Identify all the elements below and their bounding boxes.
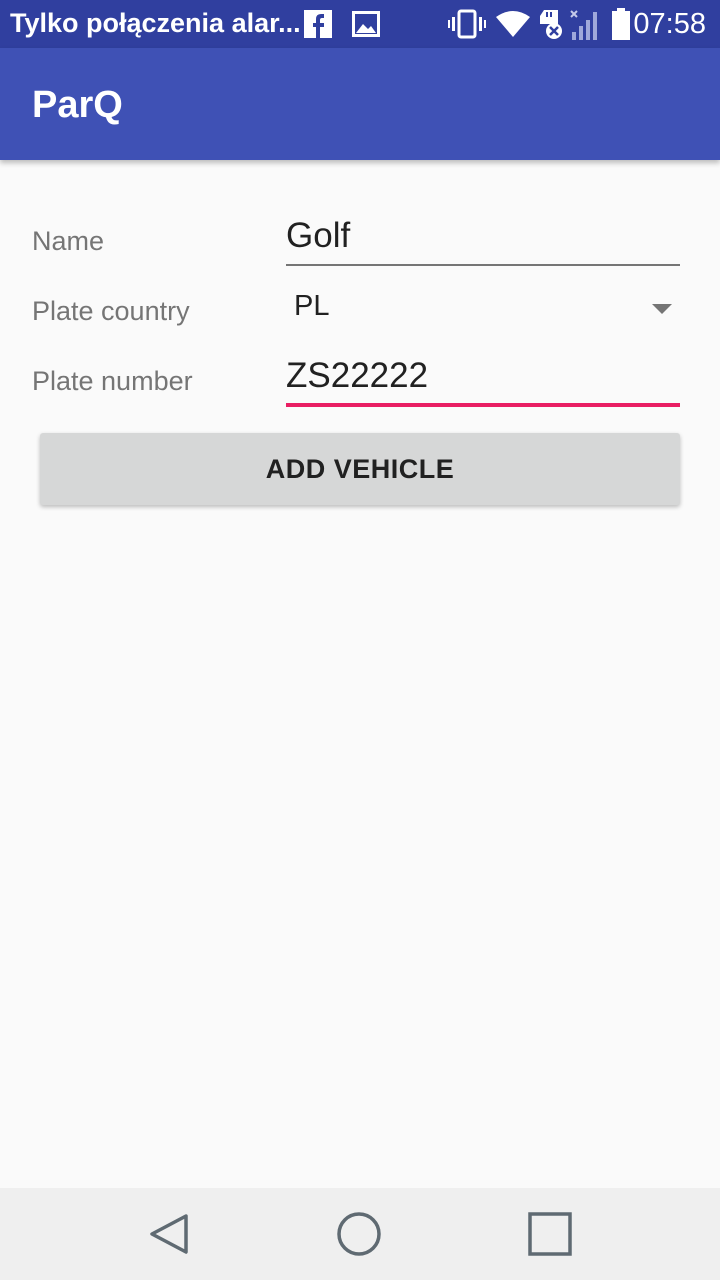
country-label: Plate country — [32, 296, 190, 326]
vibrate-icon — [448, 8, 486, 40]
name-field[interactable]: Golf — [286, 216, 680, 268]
status-time: 07:58 — [633, 8, 706, 40]
app-bar: ParQ — [0, 48, 720, 160]
add-vehicle-form: Name Golf Plate country PL Plate number … — [0, 160, 720, 1188]
add-vehicle-button[interactable]: ADD VEHICLE — [40, 433, 680, 505]
facebook-icon — [304, 8, 332, 40]
name-underline — [286, 264, 680, 266]
name-label: Name — [32, 226, 105, 256]
wifi-icon — [496, 8, 530, 40]
plate-field[interactable]: ZS22222 — [286, 356, 680, 408]
battery-icon — [610, 8, 632, 40]
image-icon — [352, 8, 380, 40]
notification-text: Tylko połączenia alar... — [10, 8, 301, 38]
dropdown-arrow-icon — [652, 304, 672, 314]
home-icon[interactable] — [335, 1210, 383, 1258]
plate-label: Plate number — [32, 366, 193, 396]
plate-underline — [286, 403, 680, 407]
back-icon[interactable] — [146, 1210, 194, 1258]
name-input[interactable]: Golf — [286, 216, 680, 256]
navigation-bar — [0, 1188, 720, 1280]
status-bar: Tylko połączenia alar... 07:58 — [0, 0, 720, 48]
plate-input[interactable]: ZS22222 — [286, 356, 680, 396]
country-spinner[interactable]: PL — [286, 290, 680, 334]
sd-card-error-icon — [538, 8, 564, 40]
recents-icon[interactable] — [526, 1210, 574, 1258]
signal-off-icon — [570, 8, 600, 40]
app-title: ParQ — [32, 84, 123, 126]
country-value: PL — [294, 290, 330, 322]
